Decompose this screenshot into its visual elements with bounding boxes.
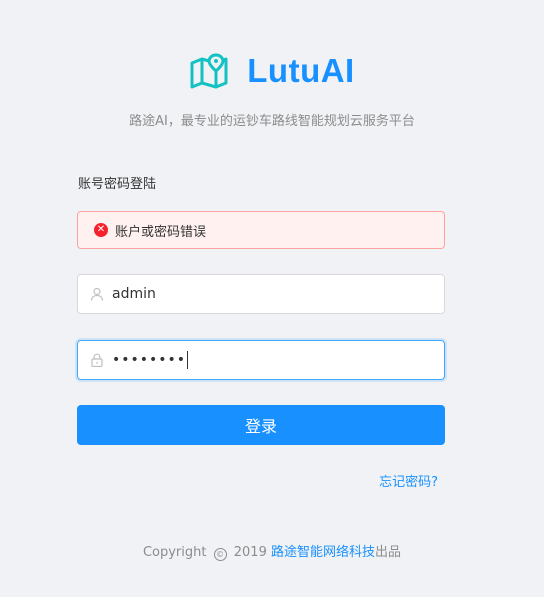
copyright-icon: ©	[213, 548, 227, 561]
error-alert: ✕ 账户或密码错误	[77, 211, 445, 249]
map-icon	[190, 53, 228, 89]
user-icon	[90, 287, 104, 301]
username-input[interactable]	[112, 286, 412, 302]
text-caret	[187, 351, 189, 369]
copyright-label: Copyright	[142, 545, 207, 560]
forgot-password-link[interactable]: 忘记密码?	[379, 471, 438, 490]
footer: Copyright © 2019 路途智能网络科技出品	[0, 541, 544, 561]
tagline: 路途AI，最专业的运钞车路线智能规划云服务平台	[129, 114, 415, 129]
company-link[interactable]: 路途智能网络科技	[271, 545, 375, 560]
footer-suffix: 出品	[375, 545, 402, 560]
password-field[interactable]: ••••••••	[77, 340, 445, 380]
lock-icon	[91, 353, 103, 367]
login-button[interactable]: 登录	[77, 405, 445, 445]
password-input[interactable]: ••••••••	[112, 352, 186, 368]
error-message: 账户或密码错误	[115, 224, 207, 240]
username-field[interactable]	[77, 274, 445, 314]
close-circle-icon: ✕	[94, 223, 108, 237]
copyright-year: 2019	[233, 545, 267, 560]
brand-header: LutuAI	[0, 52, 544, 90]
app-title: LutuAI	[247, 52, 355, 89]
login-form-title: 账号密码登陆	[78, 177, 157, 192]
